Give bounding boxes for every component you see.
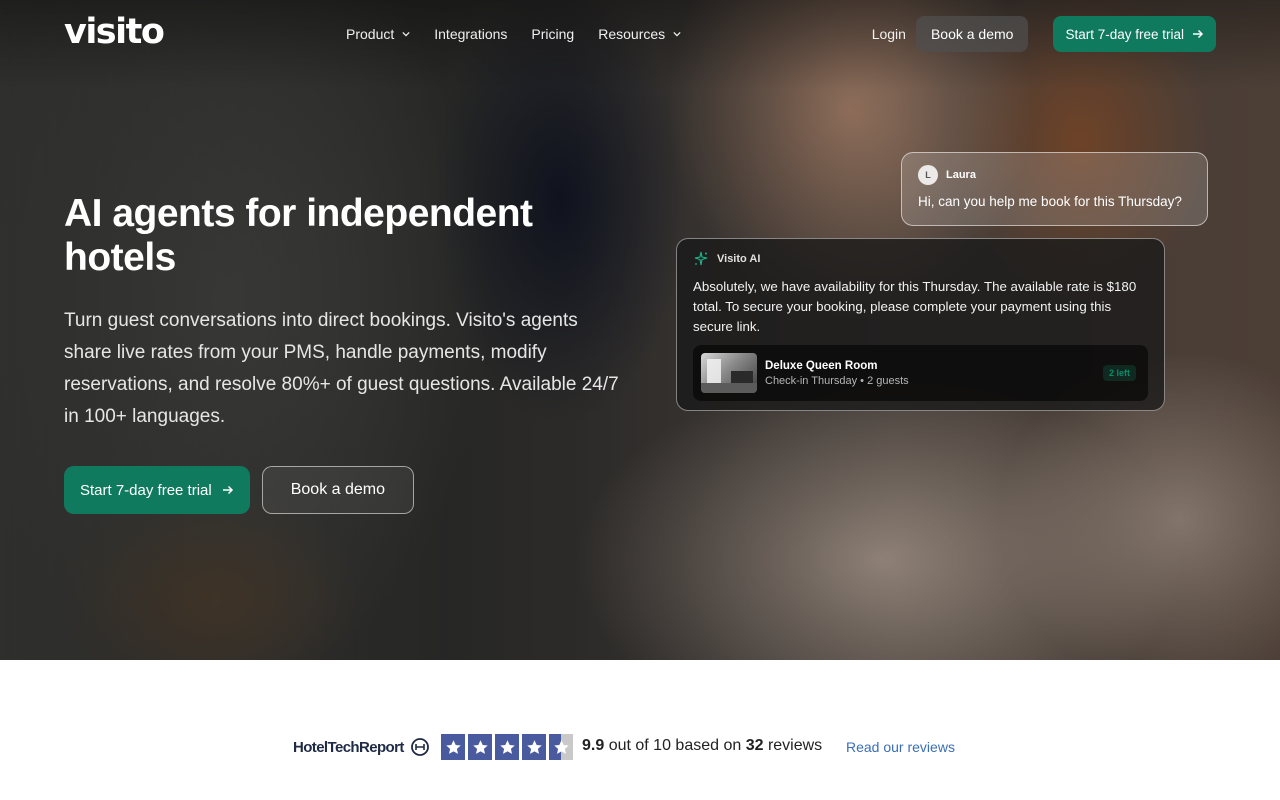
hoteltechreport-logo-icon bbox=[410, 738, 429, 756]
nav-resources[interactable]: Resources bbox=[598, 24, 681, 44]
reviews-strip: HotelTechReport 9.9 out of 10 based on 3… bbox=[0, 660, 1280, 800]
hero-cta-row: Start 7-day free trial Book a demo bbox=[64, 466, 414, 514]
nav-links: Product Integrations Pricing Resources bbox=[346, 24, 681, 44]
guest-avatar: L bbox=[918, 165, 938, 185]
review-score: 9.9 bbox=[582, 737, 605, 754]
review-count: 32 bbox=[745, 737, 764, 754]
hero-headline: AI agents for independent hotels bbox=[64, 192, 533, 279]
ai-message: Absolutely, we have availability for thi… bbox=[693, 279, 1137, 334]
nav-product[interactable]: Product bbox=[346, 24, 410, 44]
guest-header: L Laura bbox=[918, 165, 1191, 185]
star-half-icon bbox=[549, 734, 573, 760]
star-rating bbox=[441, 734, 573, 760]
nav-resources-label: Resources bbox=[598, 26, 666, 42]
hero-section: visito Product Integrations Pricing Reso… bbox=[0, 0, 1280, 660]
star-icon bbox=[495, 734, 519, 760]
nav-integrations[interactable]: Integrations bbox=[434, 24, 507, 44]
ai-name: Visito AI bbox=[717, 253, 761, 265]
chevron-down-icon bbox=[402, 31, 410, 37]
guest-chat-bubble: L Laura Hi, can you help me book for thi… bbox=[901, 152, 1208, 226]
nav-pricing-label: Pricing bbox=[531, 26, 575, 42]
room-thumbnail bbox=[701, 353, 757, 393]
hero-subtext: Turn guest conversations into direct boo… bbox=[64, 310, 619, 427]
nav-actions: Login Book a demo Start 7-day free trial bbox=[872, 16, 1216, 52]
review-out-of: out of 10 based on bbox=[604, 737, 746, 754]
hero-book-demo-button[interactable]: Book a demo bbox=[261, 466, 414, 514]
arrow-right-icon bbox=[1193, 29, 1204, 39]
star-icon bbox=[441, 734, 465, 760]
visito-logo[interactable]: visito bbox=[64, 12, 165, 52]
room-info: Deluxe Queen Room Check-in Thursday • 2 … bbox=[765, 360, 909, 387]
hero-trial-button[interactable]: Start 7-day free trial bbox=[64, 466, 250, 514]
hoteltechreport-brand: HotelTechReport bbox=[293, 738, 404, 756]
guest-name: Laura bbox=[946, 169, 976, 181]
room-card[interactable]: Deluxe Queen Room Check-in Thursday • 2 … bbox=[693, 345, 1148, 401]
hoteltechreport-logo: HotelTechReport bbox=[293, 737, 430, 757]
ai-chat-bubble: Visito AI Absolutely, we have availabili… bbox=[676, 238, 1165, 411]
chevron-down-icon bbox=[673, 31, 681, 37]
nav-trial-label: Start 7-day free trial bbox=[1065, 26, 1184, 42]
nav-book-demo-button[interactable]: Book a demo bbox=[915, 16, 1029, 52]
nav-product-label: Product bbox=[346, 26, 395, 42]
login-link[interactable]: Login bbox=[872, 26, 906, 42]
nav-trial-button[interactable]: Start 7-day free trial bbox=[1053, 16, 1216, 52]
star-icon bbox=[522, 734, 546, 760]
arrow-right-icon bbox=[222, 485, 233, 495]
availability-badge: 2 left bbox=[1102, 365, 1136, 381]
star-icon bbox=[468, 734, 492, 760]
top-navigation: visito Product Integrations Pricing Reso… bbox=[0, 0, 1280, 70]
read-reviews-link[interactable]: Read our reviews bbox=[846, 739, 955, 755]
review-score-text: 9.9 out of 10 based on 32 reviews bbox=[582, 737, 822, 755]
room-subtitle: Check-in Thursday • 2 guests bbox=[765, 374, 909, 387]
review-word: reviews bbox=[763, 737, 823, 754]
guest-message: Hi, can you help me book for this Thursd… bbox=[918, 194, 1182, 209]
room-title: Deluxe Queen Room bbox=[765, 359, 878, 372]
hero-trial-label: Start 7-day free trial bbox=[80, 481, 212, 499]
ai-header: Visito AI bbox=[693, 251, 1148, 267]
sparkle-icon bbox=[694, 251, 708, 266]
nav-pricing[interactable]: Pricing bbox=[531, 24, 574, 44]
nav-integrations-label: Integrations bbox=[434, 26, 508, 42]
